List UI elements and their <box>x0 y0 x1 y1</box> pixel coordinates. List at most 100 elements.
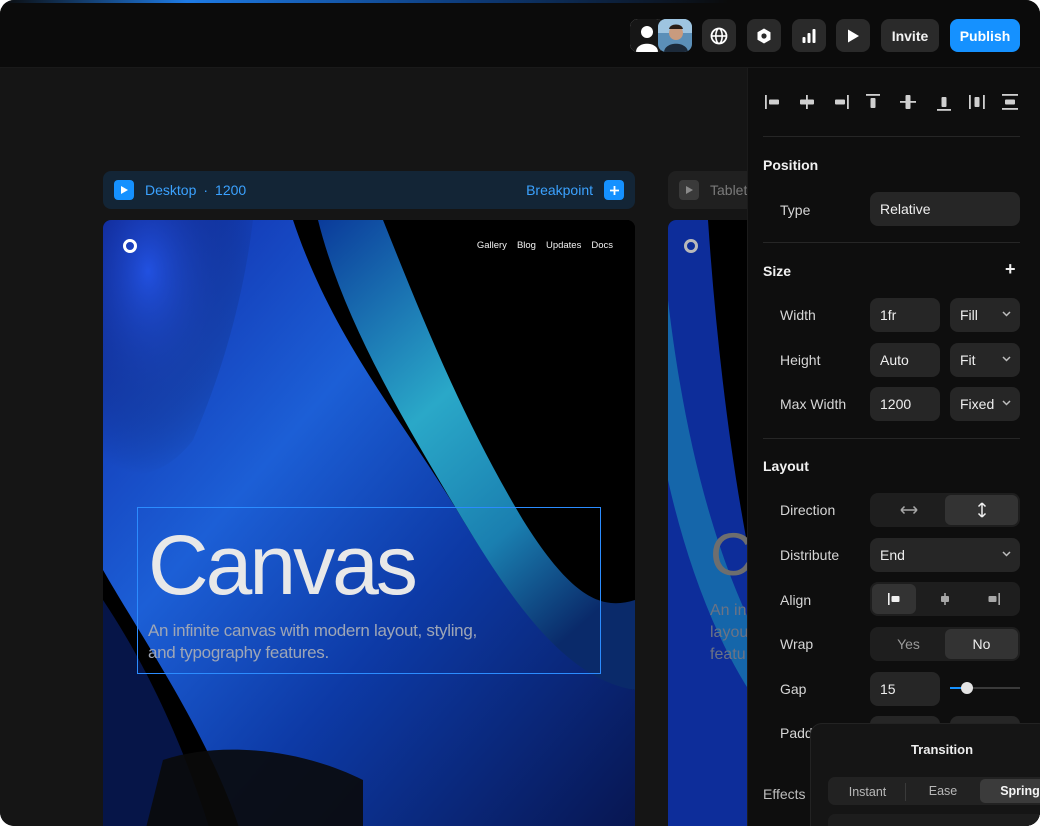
direction-vertical-option[interactable] <box>945 495 1018 525</box>
alignment-toolbar <box>762 88 1022 116</box>
desktop-frame-header[interactable]: Desktop · 1200 Breakpoint <box>103 171 635 209</box>
component-button[interactable] <box>747 19 781 52</box>
distribute-horizontal-icon[interactable] <box>965 88 989 116</box>
height-mode-value: Fit <box>960 352 976 368</box>
align-center-v-icon[interactable] <box>896 88 920 116</box>
site-logo-icon[interactable] <box>123 239 137 253</box>
panel-divider <box>763 438 1020 439</box>
chevron-down-icon <box>1002 356 1011 362</box>
transition-settings-row[interactable] <box>828 814 1040 826</box>
direction-toggle <box>870 493 1020 527</box>
gap-slider-handle[interactable] <box>961 682 973 694</box>
max-width-mode-select[interactable]: Fixed <box>950 387 1020 421</box>
hero-title[interactable]: Canvas <box>148 517 418 614</box>
width-mode-select[interactable]: Fill <box>950 298 1020 332</box>
distribute-value: End <box>880 547 905 563</box>
nav-link-blog[interactable]: Blog <box>517 240 536 251</box>
publish-button[interactable]: Publish <box>950 19 1020 52</box>
chart-icon <box>802 28 816 43</box>
align-bottom-icon[interactable] <box>932 88 956 116</box>
direction-label: Direction <box>780 502 836 518</box>
direction-horizontal-option[interactable] <box>872 495 945 525</box>
top-accent-line <box>0 0 1040 3</box>
globe-button[interactable] <box>702 19 736 52</box>
align-start-option[interactable] <box>872 584 916 614</box>
nav-link-updates[interactable]: Updates <box>546 240 581 251</box>
max-width-label: Max Width <box>780 396 847 412</box>
padding-label: Padd <box>780 725 813 741</box>
distribute-label: Distribute <box>780 547 840 563</box>
align-center-h-icon[interactable] <box>795 88 819 116</box>
tablet-hero-subtitle: An in layou featu <box>710 602 749 663</box>
hexagon-icon <box>757 28 771 43</box>
align-right-icon[interactable] <box>828 88 852 116</box>
transition-spring-option[interactable]: Spring <box>980 779 1040 803</box>
transition-title: Transition <box>910 742 974 757</box>
wrap-toggle: Yes No <box>870 627 1020 661</box>
effects-section-title: Effects <box>763 786 806 802</box>
align-top-icon[interactable] <box>861 88 885 116</box>
properties-panel <box>747 68 1040 826</box>
frame-separator: · <box>203 182 209 198</box>
tablet-play-icon[interactable] <box>679 180 699 200</box>
height-mode-select[interactable]: Fit <box>950 343 1020 377</box>
transition-instant-option[interactable]: Instant <box>830 783 906 801</box>
hero-subtitle[interactable]: An infinite canvas with modern layout, s… <box>148 620 478 664</box>
wrap-yes-option[interactable]: Yes <box>872 629 945 659</box>
chevron-down-icon <box>1002 311 1011 317</box>
max-width-input[interactable]: 1200 <box>870 387 940 421</box>
height-input[interactable]: Auto <box>870 343 940 377</box>
globe-icon <box>710 27 728 44</box>
arrow-up-down-icon <box>977 502 986 518</box>
gap-input[interactable]: 15 <box>870 672 940 706</box>
width-mode-value: Fill <box>960 307 978 323</box>
align-end-icon <box>988 593 1000 605</box>
preview-play-icon[interactable] <box>114 180 134 200</box>
invite-button[interactable]: Invite <box>881 19 939 52</box>
nav-link-gallery[interactable]: Gallery <box>477 240 507 251</box>
distribute-select[interactable]: End <box>870 538 1020 572</box>
size-section-title: Size <box>763 263 792 279</box>
align-label: Align <box>780 592 812 608</box>
nav-link-docs[interactable]: Docs <box>591 240 613 251</box>
collaborator-avatar-2[interactable] <box>658 19 692 52</box>
wrap-no-option[interactable]: No <box>945 629 1018 659</box>
position-type-select[interactable]: Relative <box>870 192 1020 226</box>
align-end-option[interactable] <box>969 584 1018 614</box>
analytics-button[interactable] <box>792 19 826 52</box>
max-width-mode-value: Fixed <box>960 396 995 412</box>
chevron-down-icon <box>1002 551 1011 557</box>
type-label: Type <box>780 202 811 218</box>
width-input[interactable]: 1fr <box>870 298 940 332</box>
layout-section-title: Layout <box>763 458 809 474</box>
wrap-label: Wrap <box>780 636 814 652</box>
align-left-icon[interactable] <box>762 88 786 116</box>
app-window: Desktop · 1200 Breakpoint Tablet Gallery… <box>0 0 1040 826</box>
align-toggle <box>870 582 1020 616</box>
chevron-down-icon <box>1002 400 1011 406</box>
transition-type-toggle: Instant Ease Spring <box>828 777 1040 805</box>
position-section-title: Position <box>763 157 819 173</box>
tablet-logo-icon <box>684 239 698 253</box>
panel-divider <box>763 242 1020 243</box>
width-label: Width <box>780 307 816 323</box>
add-size-icon[interactable]: + <box>1005 259 1016 280</box>
align-center-option[interactable] <box>920 584 969 614</box>
align-center-icon <box>940 593 949 605</box>
add-breakpoint-icon[interactable] <box>604 180 624 200</box>
breakpoint-link[interactable]: Breakpoint <box>526 182 593 198</box>
site-nav: Gallery Blog Updates Docs <box>477 240 613 251</box>
play-icon <box>848 29 859 42</box>
frame-name: Desktop <box>145 182 197 198</box>
transition-ease-option[interactable]: Ease <box>906 779 980 803</box>
transition-popover: Transition Instant Ease Spring <box>810 723 1040 826</box>
height-label: Height <box>780 352 821 368</box>
distribute-vertical-icon[interactable] <box>998 88 1022 116</box>
align-start-icon <box>888 593 900 605</box>
tablet-frame-name: Tablet <box>710 182 748 198</box>
preview-button[interactable] <box>836 19 870 52</box>
arrow-left-right-icon <box>899 505 918 515</box>
frame-width: 1200 <box>215 182 247 198</box>
panel-divider <box>763 136 1020 137</box>
gap-label: Gap <box>780 681 807 697</box>
